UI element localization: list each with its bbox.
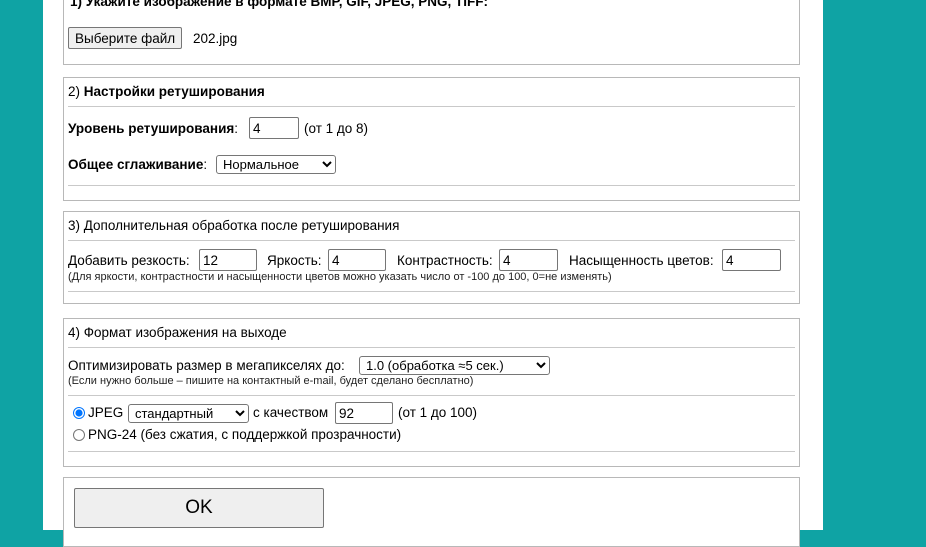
jpeg-radio[interactable] [73, 407, 85, 419]
section-post-processing: 3) Дополнительная обработка после ретуши… [63, 211, 800, 304]
choose-file-button[interactable]: Выберите файл [68, 27, 183, 49]
jpeg-mode-select[interactable]: стандартный [128, 404, 249, 423]
section-2-title: 2) Настройки ретуширования [68, 84, 265, 99]
contrast-input[interactable] [499, 249, 558, 271]
section-submit: OK [63, 477, 800, 547]
post-processing-note: (Для яркости, контрастности и насыщеннос… [68, 271, 612, 283]
section-4-title: 4) Формат изображения на выходе [68, 325, 287, 340]
smoothing-select[interactable]: Нормальное [216, 155, 336, 174]
form-page: 1) Укажите изображение в формате BMP, GI… [43, 0, 823, 547]
section-3-divider [68, 240, 795, 241]
optimize-size-label: Оптимизировать размер в мегапикселях до: [68, 358, 345, 373]
png-label: PNG-24 (без сжатия, с поддержкой прозрач… [88, 427, 402, 442]
jpeg-label: JPEG [88, 405, 124, 420]
quality-input[interactable] [335, 402, 393, 424]
section-3-title: 3) Дополнительная обработка после ретуши… [68, 218, 400, 233]
brightness-label: Яркость: [267, 253, 322, 268]
ok-button[interactable]: OK [74, 488, 324, 528]
optimize-size-select[interactable]: 1.0 (обработка ≈5 сек.) [359, 356, 550, 375]
section-2-bottom-divider [68, 185, 795, 186]
section-output-format: 4) Формат изображения на выходе Оптимизи… [63, 318, 800, 467]
saturation-input[interactable] [722, 249, 781, 271]
section-2-title-text: Настройки ретуширования [83, 84, 265, 99]
smoothing-label: Общее сглаживание: [68, 157, 208, 172]
brightness-input[interactable] [328, 249, 386, 271]
quality-label: с качеством [253, 405, 329, 420]
png-radio[interactable] [73, 429, 85, 441]
selected-file-name: 202.jpg [193, 31, 238, 46]
retouch-level-label: Уровень ретуширования: [68, 121, 239, 136]
quality-hint: (от 1 до 100) [398, 405, 478, 420]
saturation-label: Насыщенность цветов: [569, 253, 714, 268]
section-2-divider [68, 106, 795, 107]
section-4-divider [68, 347, 795, 348]
retouch-level-hint: (от 1 до 8) [304, 121, 369, 136]
section-file-upload: 1) Укажите изображение в формате BMP, GI… [63, 0, 800, 65]
retouch-level-input[interactable] [249, 117, 299, 139]
section-retouch-settings: 2) Настройки ретуширования Уровень ретуш… [63, 77, 800, 201]
optimize-size-note: (Если нужно больше – пишите на контактны… [68, 375, 474, 387]
sharpness-input[interactable] [199, 249, 257, 271]
section-4-bottom-divider [68, 451, 795, 452]
section-1-title: 1) Укажите изображение в формате BMP, GI… [70, 0, 488, 9]
section-4-middle-divider [68, 395, 795, 396]
sharpness-label: Добавить резкость: [68, 253, 190, 268]
section-3-bottom-divider [68, 291, 795, 292]
contrast-label: Контрастность: [397, 253, 493, 268]
